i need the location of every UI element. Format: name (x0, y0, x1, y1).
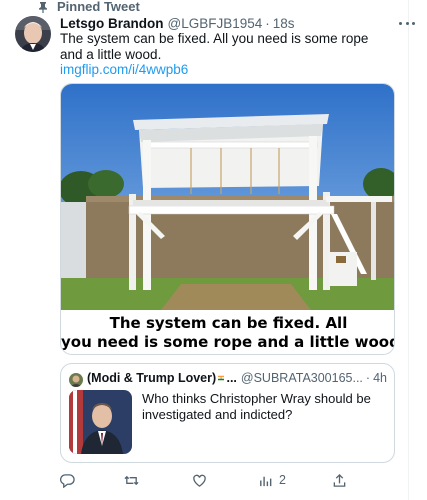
analytics-button[interactable]: 2 (258, 471, 286, 489)
heart-icon (193, 474, 206, 487)
avatar[interactable] (15, 16, 51, 52)
quote-handle[interactable]: @SUBRATA300165... (241, 371, 363, 385)
share-button[interactable] (332, 471, 347, 489)
share-icon (333, 473, 346, 487)
timestamp[interactable]: 18s (273, 16, 295, 31)
quote-thumbnail[interactable] (69, 390, 132, 454)
pinned-label: Pinned Tweet (57, 0, 140, 14)
caption-line-1: The system can be fixed. All (109, 314, 348, 332)
quote-timestamp[interactable]: 4h (373, 371, 387, 385)
pin-icon (39, 2, 47, 13)
user-handle[interactable]: @LGBFJB1954 (168, 16, 263, 31)
quote-name-ellipsis: ... (226, 371, 237, 385)
quoted-tweet[interactable]: (Modi & Trump Lover) ... @SUBRATA300165.… (60, 363, 395, 463)
tweet-media[interactable]: The system can be fixed. All you need is… (60, 83, 395, 355)
pinned-indicator: Pinned Tweet (37, 0, 140, 14)
caption-line-2: you need is some rope and a little wood (61, 333, 395, 351)
reply-icon (60, 473, 75, 488)
quote-avatar[interactable] (69, 373, 83, 387)
quote-header: (Modi & Trump Lover) ... @SUBRATA300165.… (87, 371, 387, 385)
more-options-icon[interactable] (399, 16, 415, 30)
retweet-button[interactable] (124, 471, 139, 489)
tweet-header: Letsgo Brandon @LGBFJB1954 · 18s (60, 14, 400, 32)
retweet-icon (124, 475, 139, 485)
like-button[interactable] (192, 471, 207, 489)
india-flag-icon (218, 375, 225, 381)
analytics-icon (260, 476, 272, 486)
tweet-link[interactable]: imgflip.com/i/4wwpb6 (60, 62, 188, 77)
media-caption: The system can be fixed. All you need is… (61, 310, 395, 354)
analytics-count: 2 (279, 473, 286, 487)
gallows-photo (61, 84, 394, 310)
quote-display-name[interactable]: (Modi & Trump Lover) (87, 371, 216, 385)
tweet-text: The system can be fixed. All you need is… (60, 31, 369, 62)
quote-text: Who thinks Christopher Wray should be in… (142, 391, 371, 422)
display-name[interactable]: Letsgo Brandon (60, 16, 164, 31)
separator-dot: · (265, 15, 270, 31)
reply-button[interactable] (60, 471, 75, 489)
quote-separator: · (365, 371, 371, 385)
tweet-actions: 2 (60, 471, 360, 489)
